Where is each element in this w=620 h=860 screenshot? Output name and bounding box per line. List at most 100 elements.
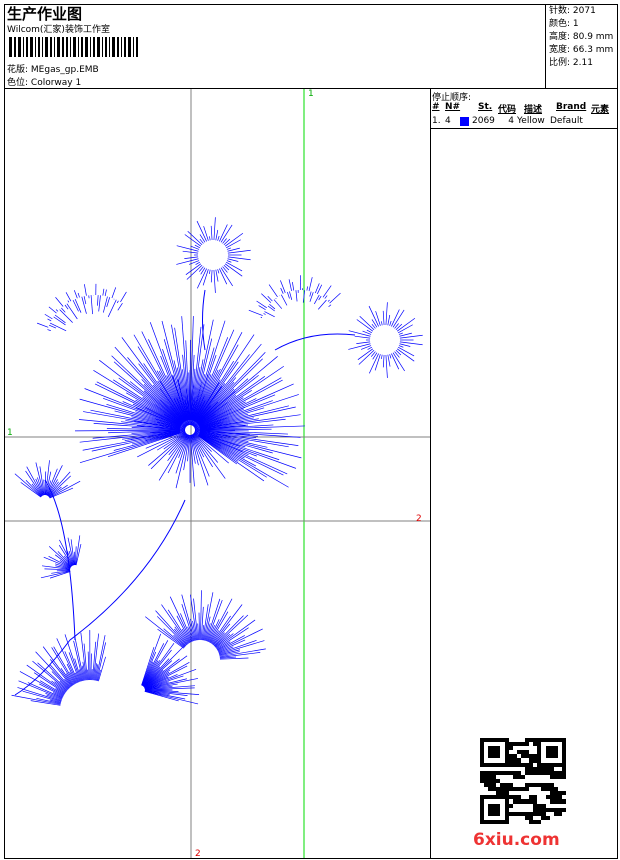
stitch — [198, 434, 284, 476]
stitch — [209, 236, 211, 241]
qr-code — [480, 738, 566, 824]
stitch — [280, 280, 286, 293]
stitch — [97, 295, 99, 306]
stitch — [49, 664, 71, 688]
stitch — [395, 323, 403, 330]
stitch — [348, 330, 371, 337]
stitch — [83, 296, 87, 305]
stitch — [267, 305, 275, 312]
stitch — [385, 354, 388, 378]
stitch — [381, 321, 383, 326]
stitch — [387, 354, 391, 367]
stitch — [181, 603, 195, 642]
stitch — [65, 292, 72, 302]
stitch — [55, 297, 64, 307]
stitch — [104, 289, 107, 297]
stitch — [22, 690, 62, 703]
guide-label-h2: 2 — [416, 514, 422, 524]
stitch — [81, 296, 87, 314]
stitch — [102, 288, 105, 296]
stitch — [329, 292, 341, 304]
stitch — [227, 249, 251, 254]
stitch — [382, 310, 385, 326]
stitch — [111, 287, 117, 299]
stitch — [220, 267, 233, 287]
stitch — [67, 300, 70, 303]
stitch — [213, 269, 216, 293]
stitch — [36, 322, 49, 328]
stitch — [102, 296, 108, 313]
stitch — [48, 306, 57, 314]
stitch — [295, 290, 298, 302]
stitch — [215, 229, 219, 241]
stitch — [399, 341, 423, 346]
stitch — [47, 318, 52, 322]
stitch — [314, 294, 320, 305]
stitch — [182, 250, 199, 254]
stitch — [40, 570, 71, 579]
stitch — [354, 335, 371, 339]
stitch — [392, 352, 405, 372]
stitch — [217, 269, 220, 274]
stitch — [55, 309, 59, 312]
stitch — [194, 332, 243, 422]
stitch — [308, 277, 313, 292]
stitch — [117, 303, 123, 311]
stitch — [322, 285, 332, 298]
stitch — [209, 269, 211, 274]
stitch — [248, 309, 263, 316]
stitch — [269, 303, 276, 310]
stitch — [200, 590, 202, 641]
embroidery-design — [11, 217, 423, 706]
stitch — [398, 345, 404, 348]
stitch — [264, 311, 275, 318]
stitch — [292, 282, 295, 291]
stitch — [256, 300, 267, 309]
stitch — [202, 269, 209, 286]
stitch — [268, 284, 278, 298]
stitch — [113, 361, 183, 424]
stitch — [198, 433, 288, 475]
stem — [202, 289, 206, 351]
stitch — [107, 299, 117, 318]
stitch — [157, 628, 185, 649]
stitch — [289, 291, 293, 300]
stitch — [210, 269, 213, 283]
stitch — [317, 299, 327, 310]
stitch — [324, 295, 328, 299]
stitch — [195, 261, 201, 265]
stitch — [68, 652, 81, 682]
stitch — [73, 290, 78, 299]
stem — [274, 333, 356, 351]
stem — [44, 479, 76, 641]
stitch — [87, 669, 89, 681]
stitch — [288, 279, 292, 291]
stitch — [226, 247, 231, 250]
stitch — [223, 238, 231, 245]
stitch — [328, 304, 332, 308]
stitch — [176, 245, 199, 252]
stitch — [84, 284, 87, 296]
stitch — [356, 341, 371, 344]
stitch — [120, 291, 127, 303]
stitch — [210, 225, 213, 241]
stitch — [90, 295, 93, 315]
stitch — [385, 302, 388, 326]
stitch — [398, 332, 403, 335]
stitch — [214, 614, 249, 647]
stitch — [375, 311, 381, 326]
stitch — [91, 669, 93, 681]
guide-label-h1: 1 — [7, 428, 13, 438]
stitch — [144, 690, 199, 705]
stitch — [389, 354, 392, 359]
stitch — [287, 291, 290, 299]
stitch — [47, 329, 51, 331]
stitch — [309, 291, 312, 297]
qr-module — [561, 819, 566, 824]
stitch — [116, 300, 119, 304]
stitch — [64, 304, 69, 310]
stitch — [318, 295, 322, 301]
stitch — [213, 217, 216, 241]
stitch — [348, 343, 371, 350]
stitch — [306, 286, 308, 291]
